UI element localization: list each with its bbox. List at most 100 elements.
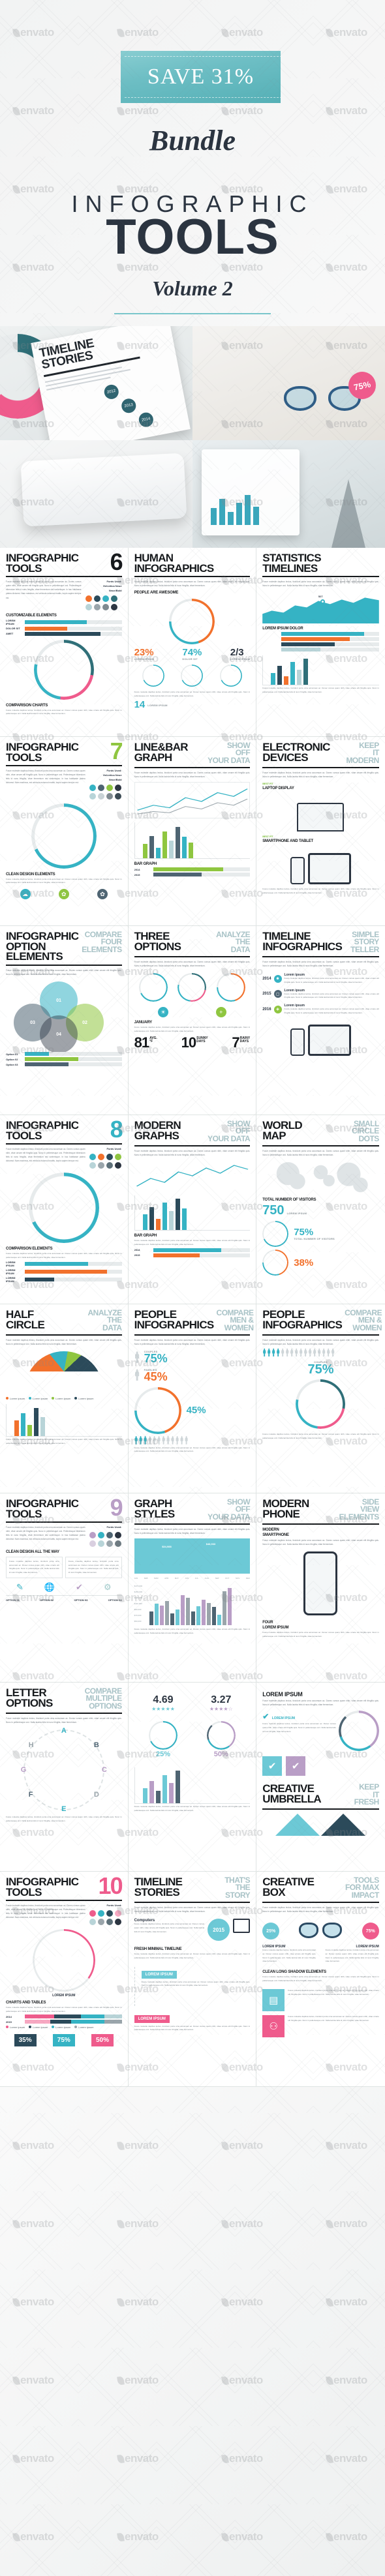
panel-body-text: Fusce molestie dapibus lectus, tincidunt… — [134, 1953, 251, 1960]
panel-title-line2: GRAPHS — [134, 1129, 179, 1142]
progress-row: DOLOR SIT — [6, 626, 122, 631]
legend-label: Lorem ipsum — [55, 1397, 71, 1401]
axis-tick: $50,000 — [134, 1620, 142, 1623]
entry-text: Fusce molestie dapibus lectus, tincidunt… — [134, 1923, 205, 1933]
donut-chart — [296, 1379, 346, 1430]
stat-value: 7 — [232, 1034, 239, 1051]
watermark-text: envato — [326, 2217, 367, 2230]
axis-tick: OCT — [225, 1577, 230, 1580]
check-badge-icon: ✔ — [286, 1756, 306, 1776]
pct-badge: 75% — [52, 2034, 75, 2047]
panel-timeline-stories[interactable]: TIMELINE STORIES THAT'S THE STORY Fusce … — [128, 1872, 257, 2087]
envato-leaf-icon — [117, 2219, 125, 2229]
gear-icon: ⚙ — [103, 1581, 112, 1592]
panel-tag-line3: ELEMENTS — [339, 1512, 379, 1521]
donut-value: 35% — [58, 1965, 69, 1971]
panel-body-text: Fusce molestie dapibus lectus, tincidunt… — [134, 1339, 251, 1346]
panel-timeline-infographics[interactable]: TIMELINE INFOGRAPHICS SIMPLE STORY TELLE… — [256, 926, 385, 1115]
banner-label: LOREM IPSUM — [141, 1970, 177, 1979]
panel-body-text: Fusce molestie dapibus lectus, tincidunt… — [262, 771, 379, 779]
panel-title-line2: MAP — [262, 1129, 286, 1142]
panel-body-text: Fusce molestie dapibus lectus, tincidunt… — [262, 1700, 379, 1707]
line-chart-svg — [136, 1165, 249, 1187]
panel-infographic-tools-10[interactable]: INFOGRAPHIC TOOLS 10 Fusce molestie dapi… — [0, 1872, 129, 2087]
timeline-year: 2015 — [262, 992, 271, 996]
panel-body-text: Fusce molestie dapibus lectus, tincidunt… — [262, 580, 379, 588]
axis-tick: $110,000 — [134, 1602, 142, 1606]
panel-section-heading: CUSTOMIZABLE ELEMENTS — [6, 613, 57, 618]
panel-body-text: Fusce molestie dapibus lectus, tincidunt… — [6, 1438, 122, 1445]
panel-body-text: Fusce molestie dapibus lectus, tincidunt… — [284, 992, 379, 999]
panel-creative-umbrella[interactable]: LOREM IPSUM Fusce molestie dapibus lectu… — [256, 1683, 385, 1872]
legend-label: Lorem ipsum — [78, 1397, 94, 1401]
letter-g: G — [20, 1766, 27, 1775]
pct-value: 38% — [294, 1257, 314, 1268]
panel-statistics-timelines[interactable]: STATISTICS TIMELINES Fusce molestie dapi… — [256, 548, 385, 737]
panel-title-line2: INFOGRAPHICS — [262, 940, 343, 953]
envato-leaf-icon — [117, 2141, 125, 2151]
watermark-text: envato — [117, 2139, 159, 2152]
panel-infographic-option-elements[interactable]: INFOGRAPHIC OPTION ELEMENTS COMPARE FOUR… — [0, 926, 129, 1115]
mockup-photo-timeline: TIMELINE STORIES 2012 2013 2014 — [0, 326, 192, 440]
panel-body-text: Fusce molestie dapibus lectus, tincidunt… — [6, 877, 122, 884]
color-swatches — [89, 1532, 123, 1548]
panel-infographic-tools-6[interactable]: INFOGRAPHIC TOOLS 6 Fusce molestie dapib… — [0, 548, 129, 737]
panel-infographic-tools-8[interactable]: INFOGRAPHIC TOOLS 8 Fusce molestie dapib… — [0, 1115, 129, 1304]
panel-people-infographics[interactable]: PEOPLE INFOGRAPHICS COMPARE MEN & WOMEN … — [128, 1304, 257, 1493]
month-axis: JAN FEB MAR APR MAY JUN JUL AUG SEP OCT NOV DE… — [134, 1577, 251, 1580]
panel-infographic-tools-7[interactable]: INFOGRAPHIC TOOLS 7 Fusce molestie dapib… — [0, 737, 129, 926]
panel-line-bar-graph[interactable]: LINE&BAR GRAPH SHOW OFF YOUR DATA Fusce … — [128, 737, 257, 926]
timeline-node: 2014 — [137, 411, 155, 428]
panel-section-heading: JANUARY — [134, 1021, 153, 1025]
panel-section-heading: MODERN — [262, 1528, 279, 1533]
legend-label: Lorem ipsum — [78, 2026, 94, 2029]
banner-text: Fusce molestie dapibus lectus, tincidunt… — [141, 1980, 251, 1987]
letter-e: E — [61, 1805, 67, 1814]
panel-modern-graphs[interactable]: MODERN GRAPHS SHOW OFF YOUR DATA Fusce m… — [128, 1115, 257, 1304]
panel-rating-block[interactable]: 4.69 ★★★★★ 3.27 ★★★★☆ 25% 50% Fusce mole… — [128, 1683, 257, 1872]
card: Fusce molestie dapibus lectus, tincidunt… — [6, 1557, 63, 1578]
axis-tick: $170,000 — [134, 1585, 143, 1588]
pct-badge: 25% — [262, 1923, 280, 1940]
panel-electronic-devices[interactable]: ELECTRONIC DEVICES KEEP IT MODERN Fusce … — [256, 737, 385, 926]
panel-title-line2: DEVICES — [262, 751, 308, 764]
fonts-used-line1: Helvetica Neue — [103, 584, 122, 588]
envato-leaf-icon — [326, 2298, 333, 2307]
mockup-photo-phone — [0, 440, 192, 548]
color-swatches — [89, 1910, 123, 1926]
stat-value: 45% — [144, 1370, 168, 1383]
progress-label: DOLOR SIT — [6, 627, 20, 631]
watermark-text: envato — [12, 2296, 54, 2309]
check-icon: ✔ — [262, 1712, 270, 1722]
star-rating-icon: ★★★★☆ — [209, 1706, 233, 1712]
panel-three-options[interactable]: THREE OPTIONS ANALYZE THE DATA Fusce mol… — [128, 926, 257, 1115]
panel-section-heading: CLEAN LONG SHADOW ELEMENTS — [262, 1970, 326, 1975]
panel-section-heading: CLEAN DESIGN ALL THE WAY — [6, 1550, 59, 1555]
panel-world-map[interactable]: WORLD MAP SMALL CIRCLE DOTS Fusce molest… — [256, 1115, 385, 1304]
chart-peak-label: 527 — [318, 595, 323, 599]
panel-body-text: Fusce molestie dapibus lectus, tincidunt… — [6, 968, 122, 976]
panel-section-heading: SMARTPHONE — [262, 1533, 289, 1538]
panel-human-infographics[interactable]: HUMAN INFOGRAPHICS Fusce molestie dapibu… — [128, 548, 257, 737]
count-label: LOREM IPSUM — [147, 703, 168, 707]
panel-title-line2: INFOGRAPHICS — [134, 562, 215, 575]
envato-leaf-icon — [117, 2376, 125, 2386]
panel-eyebrow: BEST FIT — [262, 835, 273, 839]
watermark-text: envato — [221, 2452, 263, 2465]
panel-graph-styles[interactable]: GRAPH STYLES SHOW OFF YOUR DATA Fusce mo… — [128, 1493, 257, 1683]
panel-title-line2: INFOGRAPHICS — [262, 1318, 343, 1331]
legend-label: Lorem ipsum — [10, 2026, 25, 2029]
cloud-icon: ☁ — [20, 889, 31, 900]
mini-donut — [148, 1721, 177, 1750]
pct-text: Fusce molestie dapibus lectus, tincidunt… — [325, 1949, 379, 1963]
panel-people-infographics-b[interactable]: PEOPLE INFOGRAPHICS COMPARE MEN & WOMEN … — [256, 1304, 385, 1493]
panel-body-text: Fusce molestie dapibus lectus, tincidunt… — [262, 888, 379, 895]
panel-letter-options[interactable]: LETTER OPTIONS COMPARE MULTIPLE OPTIONS … — [0, 1683, 129, 1872]
panel-body-text: Fusce molestie dapibus lectus, tincidunt… — [134, 961, 251, 968]
share-icon: ⚇ — [262, 2015, 285, 2038]
panel-half-circle[interactable]: HALF CIRCLE ANALYZE THE DATA Fusce moles… — [0, 1304, 129, 1493]
panel-modern-phone[interactable]: MODERN PHONE SIDE VIEW ELEMENTS MODERN S… — [256, 1493, 385, 1683]
panel-infographic-tools-9[interactable]: INFOGRAPHIC TOOLS 9 Fusce molestie dapib… — [0, 1493, 129, 1683]
panel-creative-box[interactable]: CREATIVE BOX TOOLS FOR MAX IMPACT Fusce … — [256, 1872, 385, 2087]
fonts-used-label: Fonts Used: — [106, 580, 122, 584]
